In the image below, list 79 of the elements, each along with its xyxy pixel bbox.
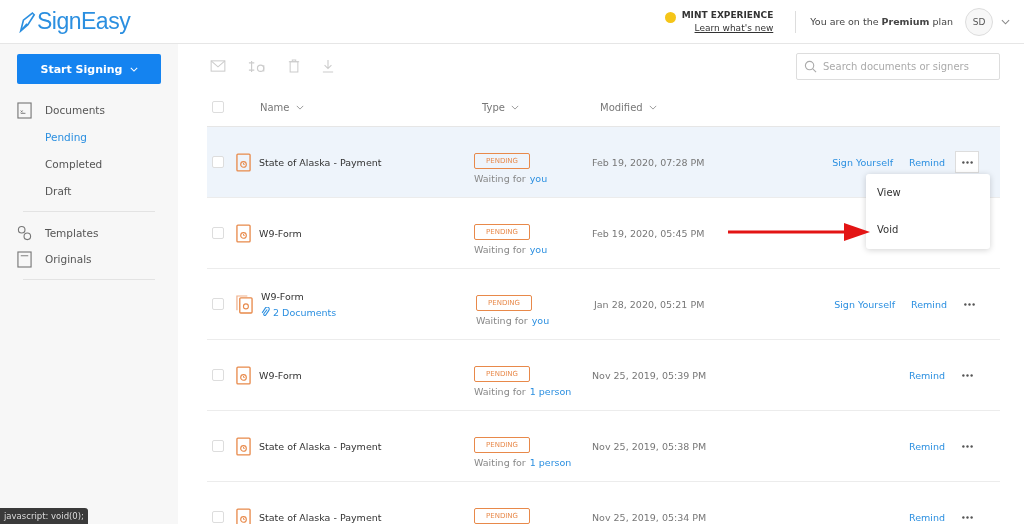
row-checkbox[interactable] <box>212 440 224 452</box>
document-icon <box>17 101 32 119</box>
promo-title: MINT EXPERIENCE <box>681 10 774 20</box>
more-icon <box>961 515 973 519</box>
document-name[interactable]: State of Alaska - Payment <box>259 156 474 168</box>
sidebar-subitem[interactable]: Completed <box>45 150 161 177</box>
column-header[interactable]: Type <box>482 101 505 113</box>
search-icon <box>804 59 817 73</box>
column-header[interactable]: Modified <box>600 101 643 113</box>
more-icon <box>963 302 975 306</box>
document-name[interactable]: W9-Form <box>259 369 474 381</box>
modified-date: Feb 19, 2020, 05:45 PM <box>592 227 706 239</box>
more-button[interactable] <box>955 151 979 173</box>
document-name[interactable]: W9-Form <box>261 290 476 302</box>
signer-link[interactable]: you <box>529 244 548 255</box>
sort-chevron-icon[interactable] <box>295 104 304 110</box>
plan-text: You are on the Premium plan <box>810 16 953 27</box>
pending-document-icon <box>236 152 251 172</box>
avatar-button[interactable]: SD <box>965 7 993 36</box>
menu-item[interactable]: Void <box>877 211 979 248</box>
pending-document-icon <box>236 436 251 456</box>
document-name[interactable]: State of Alaska - Payment <box>259 511 474 523</box>
trash-icon[interactable] <box>288 59 300 73</box>
row-checkbox[interactable] <box>212 227 224 239</box>
rename-icon[interactable] <box>248 59 266 73</box>
waiting-text: Waiting for <box>474 457 526 468</box>
chevron-down-icon <box>129 66 138 72</box>
sidebar-subitem[interactable]: Draft <box>45 177 161 204</box>
page-icon <box>17 250 32 268</box>
start-signing-button[interactable]: Start Signing <box>17 54 161 84</box>
sidebar-item[interactable]: Originals <box>45 253 92 265</box>
row-checkbox[interactable] <box>212 156 224 168</box>
modified-date: Feb 19, 2020, 07:28 PM <box>592 156 706 168</box>
select-all-checkbox[interactable] <box>212 101 224 113</box>
learn-link[interactable]: Learn what's new <box>694 23 774 33</box>
waiting-text: Waiting for <box>474 173 526 184</box>
chevron-down-icon[interactable] <box>1001 18 1010 25</box>
sidebar-item[interactable]: Documents <box>45 104 105 116</box>
document-name[interactable]: State of Alaska - Payment <box>259 440 474 452</box>
modified-date: Jan 28, 2020, 05:21 PM <box>594 298 706 310</box>
sign-yourself-link[interactable]: Sign Yourself <box>834 298 895 310</box>
star-badge-icon <box>664 12 676 23</box>
pen-nib-icon <box>18 10 36 33</box>
modified-date: Nov 25, 2019, 05:39 PM <box>592 369 708 381</box>
logo-text: SignEasy <box>37 8 131 35</box>
modified-date: Nov 25, 2019, 05:38 PM <box>592 440 708 452</box>
pending-document-icon <box>236 223 251 243</box>
row-checkbox[interactable] <box>212 298 224 310</box>
signer-link[interactable]: 1 person <box>529 457 572 468</box>
document-name[interactable]: W9-Form <box>259 227 474 239</box>
download-icon[interactable] <box>322 59 334 73</box>
pending-document-icon <box>236 365 251 385</box>
more-icon <box>961 444 973 448</box>
sidebar-item[interactable]: Templates <box>45 227 99 239</box>
row-checkbox[interactable] <box>212 511 224 523</box>
signer-link[interactable]: 1 person <box>529 386 572 397</box>
templates-icon <box>17 224 32 242</box>
remind-link[interactable]: Remind <box>911 298 951 310</box>
row-checkbox[interactable] <box>212 369 224 381</box>
more-icon <box>961 160 973 164</box>
more-icon <box>961 373 973 377</box>
pending-document-icon <box>236 507 251 524</box>
sort-chevron-icon[interactable] <box>648 104 657 110</box>
attachments-link[interactable]: 2 Documents <box>273 306 337 318</box>
modified-date: Nov 25, 2019, 05:34 PM <box>592 511 708 523</box>
stacked-documents-icon <box>236 294 253 314</box>
waiting-text: Waiting for <box>476 315 528 326</box>
mail-icon[interactable] <box>210 60 226 72</box>
remind-link[interactable]: Remind <box>909 511 949 523</box>
waiting-text: Waiting for <box>474 386 526 397</box>
signer-link[interactable]: you <box>531 315 550 326</box>
waiting-text: Waiting for <box>474 244 526 255</box>
remind-link[interactable]: Remind <box>909 440 949 452</box>
sort-chevron-icon[interactable] <box>510 104 519 110</box>
search-field[interactable]: Search documents or signers <box>796 52 1000 80</box>
paperclip-icon <box>261 307 270 317</box>
column-header[interactable]: Name <box>260 101 290 113</box>
remind-link[interactable]: Remind <box>909 369 949 381</box>
status-tooltip: javascript: void(0); <box>0 508 88 524</box>
